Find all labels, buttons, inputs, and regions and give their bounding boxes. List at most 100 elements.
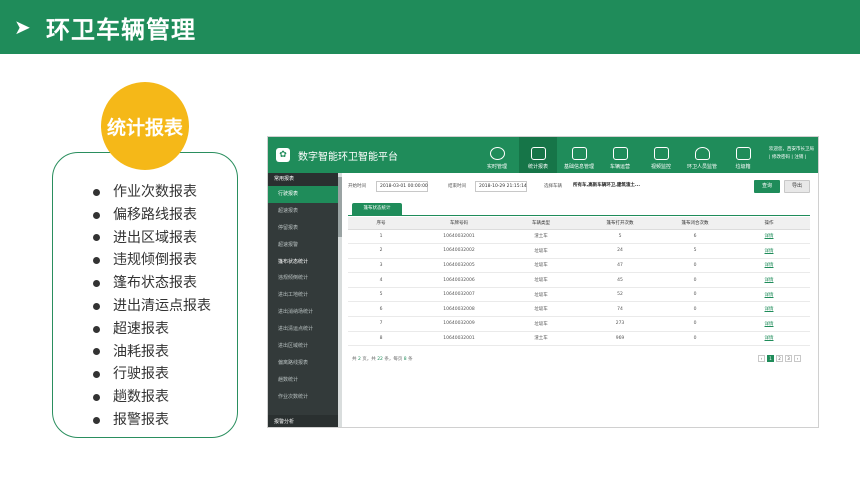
data-table: 序号 车牌号码 车辆类型 篷布打开次数 篷布闭合次数 操作 1 106400320…: [348, 217, 810, 347]
bullet-icon: [93, 188, 100, 196]
bullet-icon: [93, 416, 100, 424]
report-badge: 统计报表: [101, 82, 189, 170]
sidebar-item[interactable]: 超速报表: [268, 203, 338, 220]
column-header: 车牌号码: [414, 217, 504, 230]
table-header-row: 序号 车牌号码 车辆类型 篷布打开次数 篷布闭合次数 操作: [348, 217, 810, 230]
filter-row: 开始时间 2018-03-01 00:00:00 结束时间 2018-10-29…: [348, 181, 808, 193]
bar-chart-icon: [530, 147, 546, 160]
report-list: 作业次数报表 偏移路线报表 进出区域报表 违规倾倒报表 篷布状态报表 进出清运点…: [93, 181, 211, 432]
detail-link[interactable]: 详情: [728, 258, 810, 274]
detail-link[interactable]: 详情: [728, 331, 810, 347]
report-list-card: 作业次数报表 偏移路线报表 进出区域报表 违规倾倒报表 篷布状态报表 进出清运点…: [52, 152, 238, 438]
sidebar-item[interactable]: 进出区域统计: [268, 338, 338, 355]
query-button[interactable]: 查询: [754, 180, 780, 193]
tab-tarp-stats[interactable]: 篷布状态统计: [352, 203, 402, 215]
sidebar-section-alarm[interactable]: 报警分析: [268, 415, 338, 427]
sidebar-item[interactable]: 行驶报表: [268, 186, 338, 203]
sidebar-section-common[interactable]: 常用报表: [268, 173, 338, 186]
detail-link[interactable]: 详情: [728, 287, 810, 303]
sidebar-scrollbar[interactable]: [338, 173, 342, 427]
detail-link[interactable]: 详情: [728, 229, 810, 245]
scrollbar-thumb[interactable]: [338, 177, 342, 237]
bullet-icon: [93, 234, 100, 242]
pagination: ‹ 1 2 3 ›: [758, 355, 801, 362]
detail-link[interactable]: 详情: [728, 301, 810, 318]
page-3-button[interactable]: 3: [785, 355, 792, 362]
page-1-button[interactable]: 1: [767, 355, 774, 362]
sidebar-item[interactable]: 进出工地统计: [268, 287, 338, 304]
sidebar-item[interactable]: 超速报警: [268, 237, 338, 254]
table-row: 1 10640032001 渣土车 5 6 详情: [348, 229, 810, 245]
record-count: 22: [377, 357, 383, 362]
sidebar-item[interactable]: 进出消纳场统计: [268, 304, 338, 321]
nav-realtime[interactable]: 实时管理: [478, 137, 516, 173]
bullet-icon: [93, 257, 100, 265]
bullet-icon: [93, 348, 100, 356]
leaf-logo-icon: ✿: [276, 148, 290, 162]
slide: ➤ 环卫车辆管理 统计报表 作业次数报表 偏移路线报表 进出区域报表 违规倾倒报…: [0, 0, 860, 484]
app-header: ✿ 数字智能环卫智能平台 实时管理 统计报表 基础信息管理 车辆运营 视频监控: [268, 137, 818, 173]
tab-divider: [348, 215, 810, 216]
end-time-input[interactable]: 2018-10-29 21:15:14: [475, 181, 527, 192]
sidebar-item[interactable]: 篷布状态统计: [268, 254, 338, 271]
table-row: 2 10640032002 垃圾车 24 5 详情: [348, 243, 810, 259]
page-2-button[interactable]: 2: [776, 355, 783, 362]
gear-icon: [489, 147, 505, 160]
sidebar-item[interactable]: 作业次数统计: [268, 389, 338, 406]
pager-info: 共 2 页，共 22 条，每页 8 条: [352, 357, 413, 362]
vehicle-select-label: 选择车辆: [544, 184, 562, 189]
nav-video[interactable]: 视频监控: [642, 137, 680, 173]
column-header: 车辆类型: [504, 217, 578, 230]
page-size: 8: [403, 357, 407, 362]
arrow-icon: ➤: [14, 15, 31, 39]
report-list-item: 报警报表: [93, 409, 211, 432]
bullet-icon: [93, 325, 100, 333]
start-time-input[interactable]: 2018-03-01 00:00:00: [376, 181, 428, 192]
bullet-icon: [93, 211, 100, 219]
sidebar-item[interactable]: 停留报表: [268, 220, 338, 237]
table-row: 8 10640032001 渣土车 969 0 详情: [348, 331, 810, 347]
end-time-label: 结束时间: [448, 184, 466, 189]
detail-link[interactable]: 详情: [728, 243, 810, 259]
report-list-item: 进出清运点报表: [93, 295, 211, 318]
nav-basic-info[interactable]: 基础信息管理: [560, 137, 598, 173]
nav-stats[interactable]: 统计报表: [519, 137, 557, 173]
report-list-item: 违规倾倒报表: [93, 249, 211, 272]
sidebar-item[interactable]: 进出清运点统计: [268, 321, 338, 338]
title-bar: ➤ 环卫车辆管理: [0, 0, 860, 54]
camera-icon: [653, 147, 669, 160]
prev-page-button[interactable]: ‹: [758, 355, 765, 362]
nav-bin[interactable]: 垃圾箱: [724, 137, 762, 173]
user-info: 欢迎您，西安市长卫局 | 修改密码 | 注销 |: [769, 147, 814, 162]
nav-vehicle-ops[interactable]: 车辆运营: [601, 137, 639, 173]
app-name: 数字智能环卫智能平台: [298, 152, 398, 163]
detail-link[interactable]: 详情: [728, 272, 810, 288]
report-list-item: 趟数报表: [93, 386, 211, 409]
account-links[interactable]: | 修改密码 | 注销 |: [769, 154, 814, 162]
report-list-item: 篷布状态报表: [93, 272, 211, 295]
user-icon: [694, 147, 710, 160]
report-badge-label: 统计报表: [106, 116, 183, 139]
start-time-label: 开始时间: [348, 184, 366, 189]
report-list-item: 超速报表: [93, 318, 211, 341]
detail-link[interactable]: 详情: [728, 316, 810, 332]
bullet-icon: [93, 280, 100, 288]
column-header: 序号: [348, 217, 414, 230]
column-header: 操作: [728, 217, 810, 230]
report-list-item: 进出区域报表: [93, 227, 211, 250]
slide-title: 环卫车辆管理: [46, 15, 196, 44]
app-screenshot: ✿ 数字智能环卫智能平台 实时管理 统计报表 基础信息管理 车辆运营 视频监控: [267, 136, 819, 428]
sidebar-item[interactable]: 偏离路线报表: [268, 355, 338, 372]
vehicle-select[interactable]: 所有车,高新车辆环卫,建筑渣土...: [570, 181, 640, 192]
sidebar-item[interactable]: 违规倾倒统计: [268, 270, 338, 287]
column-header: 篷布打开次数: [578, 217, 662, 230]
truck-icon: [612, 147, 628, 160]
table-row: 4 10640032006 垃圾车 45 0 详情: [348, 272, 810, 288]
nav-staff[interactable]: 环卫人员监管: [683, 137, 721, 173]
bullet-icon: [93, 394, 100, 402]
report-list-item: 行驶报表: [93, 363, 211, 386]
sidebar-item[interactable]: 趟数统计: [268, 372, 338, 389]
bullet-icon: [93, 302, 100, 310]
export-button[interactable]: 导出: [784, 180, 810, 193]
next-page-button[interactable]: ›: [794, 355, 801, 362]
